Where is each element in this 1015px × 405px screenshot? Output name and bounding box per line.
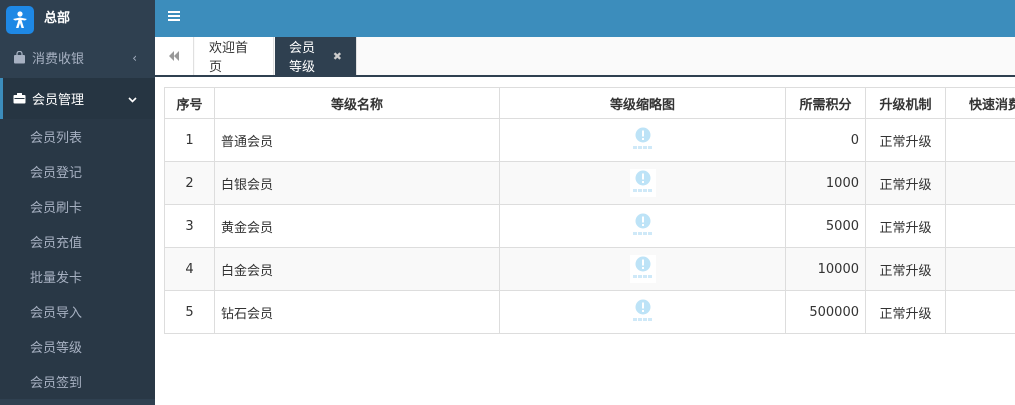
table-row[interactable]: 3 黄金会员 5000 正常升级 — [164, 204, 1015, 248]
cell-thumbnail — [499, 118, 786, 162]
table-row[interactable]: 5 钻石会员 500000 正常升级 — [164, 290, 1015, 334]
close-icon[interactable]: ✖ — [333, 50, 342, 63]
cell-num: 4 — [164, 247, 215, 291]
submenu-item-member-swipe[interactable]: 会员刷卡 — [0, 189, 155, 224]
image-placeholder-icon — [630, 298, 656, 326]
menu-item-checkout[interactable]: 消费收银 ‹ — [0, 37, 155, 78]
header-thumbnail: 等级缩略图 — [499, 87, 786, 119]
chevron-left-icon: ‹ — [132, 50, 137, 65]
submenu-item-member-register[interactable]: 会员登记 — [0, 154, 155, 189]
tab-label: 会员等级 — [289, 41, 316, 75]
top-bar — [155, 0, 1015, 37]
cell-upgrade-mechanism: 正常升级 — [865, 161, 946, 205]
brand-name: 总部 — [44, 11, 71, 26]
table-header-row: 序号 等级名称 等级缩略图 所需积分 升级机制 快速消费 — [164, 87, 1015, 119]
table-row[interactable]: 1 普通会员 0 正常升级 — [164, 118, 1015, 162]
header-num: 序号 — [164, 87, 215, 119]
menu-toggle-icon[interactable] — [168, 9, 180, 24]
table-row[interactable]: 4 白金会员 10000 正常升级 — [164, 247, 1015, 291]
cell-quick-consume — [945, 118, 1015, 162]
cell-num: 3 — [164, 204, 215, 248]
tab-label: 欢迎首页 — [209, 41, 249, 75]
submenu-item-member-checkin[interactable]: 会员签到 — [0, 364, 155, 399]
cell-thumbnail — [499, 161, 786, 205]
submenu-item-member-recharge[interactable]: 会员充值 — [0, 224, 155, 259]
cell-num: 1 — [164, 118, 215, 162]
submenu-item-member-level[interactable]: 会员等级 — [0, 329, 155, 364]
cell-quick-consume — [945, 247, 1015, 291]
cell-level-name: 黄金会员 — [214, 204, 500, 248]
tab-bar: 欢迎首页 会员等级 ✖ — [155, 37, 1015, 77]
header-upgrade-mechanism: 升级机制 — [865, 87, 946, 119]
header-level-name: 等级名称 — [214, 87, 500, 119]
header-quick-consume: 快速消费 — [945, 87, 1015, 119]
header-required-points: 所需积分 — [785, 87, 866, 119]
submenu-item-member-list[interactable]: 会员列表 — [0, 119, 155, 154]
submenu-item-member-import[interactable]: 会员导入 — [0, 294, 155, 329]
chevron-down-icon — [128, 92, 137, 106]
menu-label: 会员管理 — [32, 93, 85, 108]
double-chevron-left-icon — [169, 51, 179, 61]
menu-label: 消费收银 — [32, 52, 85, 67]
app-logo-icon — [6, 6, 34, 34]
cell-quick-consume — [945, 161, 1015, 205]
shopping-bag-icon — [12, 51, 26, 65]
cell-num: 5 — [164, 290, 215, 334]
image-placeholder-icon — [629, 169, 656, 197]
cell-upgrade-mechanism: 正常升级 — [865, 247, 946, 291]
tab-welcome[interactable]: 欢迎首页 — [195, 37, 274, 75]
cell-upgrade-mechanism: 正常升级 — [865, 204, 946, 248]
table-row[interactable]: 2 白银会员 1000 正常升级 — [164, 161, 1015, 205]
cell-level-name: 普通会员 — [214, 118, 500, 162]
cell-required-points: 10000 — [785, 247, 866, 291]
cell-quick-consume — [945, 204, 1015, 248]
member-level-table-wrap: 序号 等级名称 等级缩略图 所需积分 升级机制 快速消费 1 普通会员 0 正常… — [164, 87, 1015, 334]
cell-upgrade-mechanism: 正常升级 — [865, 290, 946, 334]
image-placeholder-icon — [629, 255, 656, 283]
member-level-table: 序号 等级名称 等级缩略图 所需积分 升级机制 快速消费 1 普通会员 0 正常… — [164, 87, 1015, 334]
cell-upgrade-mechanism: 正常升级 — [865, 118, 946, 162]
image-placeholder-icon — [630, 212, 656, 240]
cell-required-points: 0 — [785, 118, 866, 162]
tab-member-level[interactable]: 会员等级 ✖ — [275, 37, 357, 75]
cell-required-points: 5000 — [785, 204, 866, 248]
cell-required-points: 500000 — [785, 290, 866, 334]
cell-thumbnail — [499, 290, 786, 334]
cell-thumbnail — [499, 247, 786, 291]
submenu-item-batch-issue[interactable]: 批量发卡 — [0, 259, 155, 294]
cell-required-points: 1000 — [785, 161, 866, 205]
cell-thumbnail — [499, 204, 786, 248]
cell-level-name: 白银会员 — [214, 161, 500, 205]
cell-level-name: 钻石会员 — [214, 290, 500, 334]
cell-level-name: 白金会员 — [214, 247, 500, 291]
cell-quick-consume — [945, 290, 1015, 334]
image-placeholder-icon — [630, 126, 656, 154]
id-card-icon — [12, 92, 26, 106]
brand: 总部 — [0, 0, 155, 37]
cell-num: 2 — [164, 161, 215, 205]
menu-item-member-management[interactable]: 会员管理 — [0, 78, 155, 119]
submenu-member: 会员列表 会员登记 会员刷卡 会员充值 批量发卡 会员导入 会员等级 会员签到 — [0, 119, 155, 399]
sidebar: 总部 消费收银 ‹ 会员管理 会员列表 会员登记 会员刷卡 会员充值 批量发卡 … — [0, 0, 155, 405]
tab-scroll-left-button[interactable] — [155, 37, 194, 75]
